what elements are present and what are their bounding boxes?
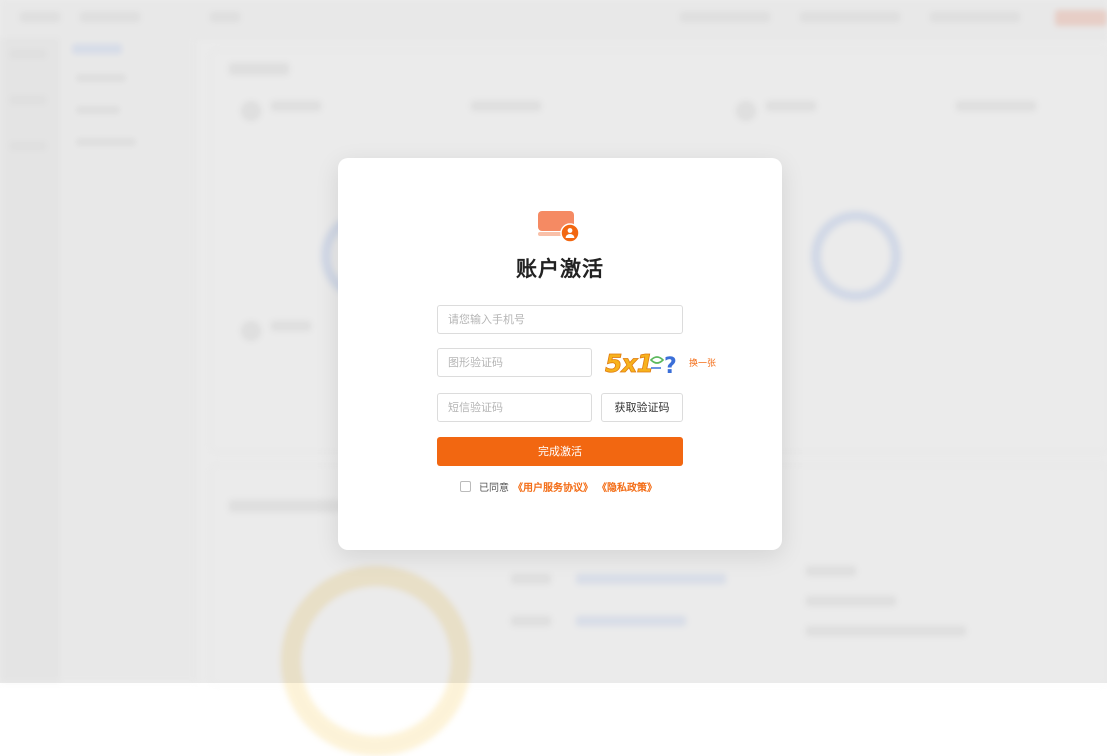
dialog-title: 账户激活 <box>516 257 604 281</box>
agree-label: 已同意 <box>479 482 509 494</box>
refresh-captcha-link[interactable]: 换一张 <box>689 356 716 369</box>
terms-link[interactable]: 《用户服务协议》 <box>513 479 593 494</box>
get-sms-code-button[interactable]: 获取验证码 <box>601 393 683 422</box>
agreement-row: 已同意 《用户服务协议》 《隐私政策》 <box>460 479 657 494</box>
captcha-text: 5x1 <box>605 349 653 378</box>
privacy-link[interactable]: 《隐私政策》 <box>597 479 657 494</box>
svg-text:?: ? <box>664 354 677 378</box>
agree-checkbox[interactable] <box>460 480 471 492</box>
complete-activation-button[interactable]: 完成激活 <box>437 437 683 466</box>
account-activation-dialog: 账户激活 5x1 ? 换一张 获取验证码 完成激活 已同意 《用户服务协议》 《… <box>338 158 782 550</box>
phone-input[interactable] <box>437 305 683 334</box>
captcha-input[interactable] <box>437 348 592 377</box>
sms-code-input[interactable] <box>437 393 592 422</box>
device-user-icon <box>538 211 579 243</box>
captcha-image[interactable]: 5x1 ? <box>603 346 683 378</box>
